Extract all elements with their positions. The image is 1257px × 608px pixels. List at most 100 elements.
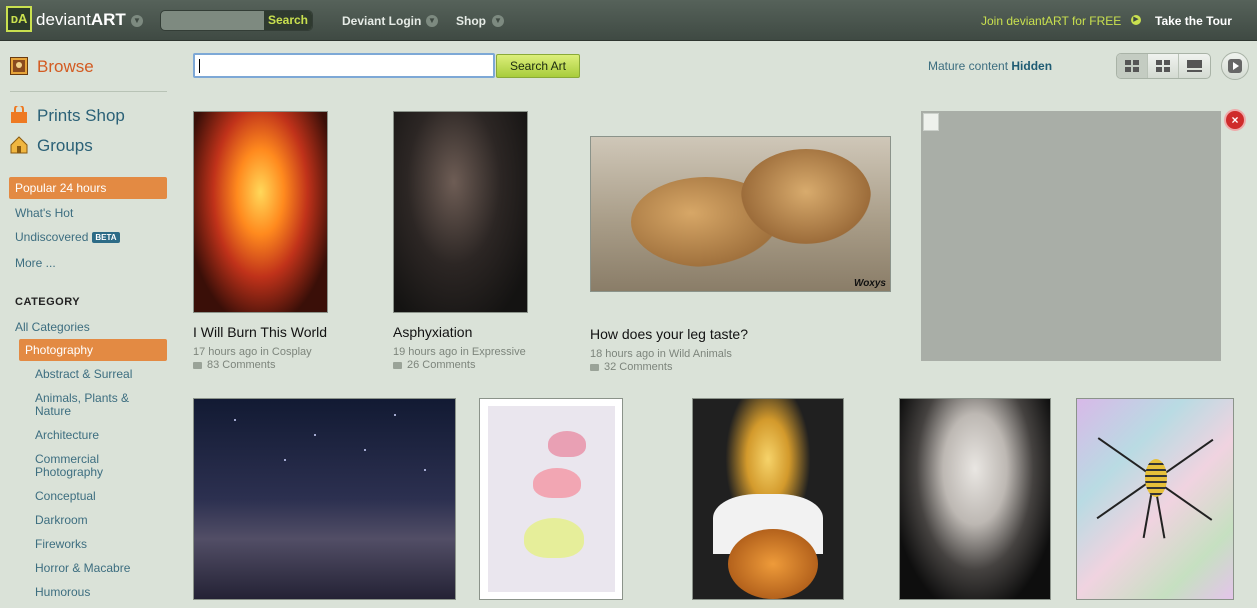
sidebar-item-whats-hot[interactable]: What's Hot — [15, 206, 73, 220]
sidebar-item-more[interactable]: More ... — [15, 256, 56, 270]
prints-shop-link[interactable]: Prints Shop — [37, 106, 125, 126]
subcategory-link[interactable]: Fireworks — [35, 538, 155, 551]
category-heading: CATEGORY — [15, 296, 81, 308]
thumbnail-detail — [524, 518, 584, 558]
chevron-down-icon[interactable]: ▼ — [426, 15, 438, 27]
thumbnail-detail — [314, 434, 316, 436]
thumbnail-detail — [394, 414, 396, 416]
thumbnail-detail — [728, 529, 818, 599]
thumbnail-detail — [284, 459, 286, 461]
deviation-title[interactable]: I Will Burn This World — [193, 324, 327, 340]
search-art-input[interactable] — [193, 53, 495, 78]
grid-view-icon — [1156, 60, 1170, 72]
text-caret — [199, 59, 200, 73]
deviation-comments[interactable]: 26 Comments — [393, 359, 475, 371]
subcategory-link[interactable]: Horror & Macabre — [35, 562, 155, 575]
view-large-button[interactable] — [1179, 54, 1210, 78]
sidebar-item-all-categories[interactable]: All Categories — [15, 320, 90, 334]
browse-link[interactable]: Browse — [37, 57, 94, 77]
chevron-down-icon[interactable]: ▼ — [131, 15, 143, 27]
comments-count: 83 Comments — [207, 359, 276, 371]
search-art-button[interactable]: Search Art — [496, 54, 580, 78]
deviation-meta: 19 hours ago in Expressive — [393, 346, 526, 358]
view-small-grid-button[interactable] — [1117, 54, 1148, 78]
comments-count: 26 Comments — [407, 359, 476, 371]
deviant-login-link[interactable]: Deviant Login — [342, 14, 421, 28]
deviation-thumbnail[interactable] — [1076, 398, 1234, 600]
large-view-icon — [1187, 60, 1202, 72]
deviation-thumbnail[interactable] — [899, 398, 1051, 600]
deviation-meta: 17 hours ago in Cosplay — [193, 346, 312, 358]
logo-text-part: deviant — [36, 10, 91, 29]
deviation-category-link[interactable]: Cosplay — [272, 346, 312, 358]
deviation-comments[interactable]: 32 Comments — [590, 361, 672, 373]
deviation-title[interactable]: How does your leg taste? — [590, 326, 748, 342]
thumbnail-detail — [741, 149, 871, 244]
chevron-down-icon[interactable]: ▼ — [492, 15, 504, 27]
deviation-meta: 18 hours ago in Wild Animals — [590, 348, 732, 360]
deviation-thumbnail[interactable]: Woxys — [590, 136, 891, 292]
browse-icon — [10, 57, 28, 75]
advertisement[interactable] — [921, 111, 1221, 361]
thumbnail-detail — [533, 468, 581, 498]
sidebar-item-label: Undiscovered — [15, 230, 89, 244]
join-link[interactable]: Join deviantART for FREE — [981, 14, 1121, 28]
take-tour-link[interactable]: Take the Tour — [1155, 14, 1232, 28]
beta-badge: BETA — [92, 232, 120, 244]
deviation-category-link[interactable]: Wild Animals — [669, 348, 732, 360]
sidebar-item-undiscovered[interactable]: Undiscovered BETA — [15, 230, 120, 244]
comments-count: 32 Comments — [604, 361, 673, 373]
deviantart-logo-icon[interactable]: ᴅA — [6, 6, 32, 32]
deviation-comments[interactable]: 83 Comments — [193, 359, 275, 371]
sidebar-divider — [10, 91, 167, 92]
subcategory-link[interactable]: Darkroom — [35, 514, 155, 527]
sidebar-item-photography[interactable]: Photography — [19, 339, 167, 361]
house-icon — [10, 136, 28, 154]
broken-image-icon — [923, 113, 939, 131]
deviation-title[interactable]: Asphyxiation — [393, 324, 472, 340]
deviation-time: 17 hours ago in — [193, 346, 269, 358]
logo-text-part: ART — [90, 10, 126, 29]
subcategory-link[interactable]: Commercial Photography — [35, 453, 155, 479]
play-icon — [1228, 59, 1242, 73]
logo-text[interactable]: deviantART — [36, 10, 126, 30]
deviation-time: 18 hours ago in — [590, 348, 666, 360]
view-medium-grid-button[interactable] — [1148, 54, 1179, 78]
deviation-category-link[interactable]: Expressive — [472, 346, 526, 358]
top-bar: ᴅA deviantART ▼ Search Deviant Login ▼ S… — [0, 0, 1257, 41]
comment-bubble-icon — [393, 361, 402, 369]
sidebar-item-popular[interactable]: Popular 24 hours — [9, 177, 167, 199]
deviation-thumbnail[interactable] — [479, 398, 623, 600]
comment-bubble-icon — [590, 363, 599, 371]
deviation-thumbnail[interactable] — [692, 398, 844, 600]
mature-content-toggle[interactable]: Mature content Hidden — [928, 59, 1052, 73]
thumbnail-detail — [364, 449, 366, 451]
subcategory-link[interactable]: Conceptual — [35, 490, 155, 503]
comment-bubble-icon — [193, 361, 202, 369]
deviation-thumbnail[interactable] — [193, 398, 456, 600]
mature-state: Hidden — [1011, 59, 1053, 73]
top-search-button[interactable]: Search — [264, 11, 312, 30]
thumbnail-detail — [1145, 459, 1167, 497]
arrow-right-icon[interactable]: ▶ — [1131, 15, 1141, 25]
thumbnail-detail — [548, 431, 586, 457]
top-search-input[interactable]: Search — [160, 10, 313, 31]
shop-link[interactable]: Shop — [456, 14, 486, 28]
close-icon[interactable]: × — [1226, 111, 1244, 129]
subcategory-link[interactable]: Humorous — [35, 586, 155, 599]
thumbnail-detail — [234, 419, 236, 421]
deviation-time: 19 hours ago in — [393, 346, 469, 358]
deviation-thumbnail[interactable] — [193, 111, 328, 313]
grid-view-icon — [1125, 60, 1139, 72]
shopping-bag-icon — [11, 106, 27, 123]
thumbnail-detail — [424, 469, 426, 471]
watermark-text: Woxys — [853, 278, 886, 289]
slideshow-button[interactable] — [1221, 52, 1249, 80]
thumbnail-detail — [488, 406, 615, 592]
groups-link[interactable]: Groups — [37, 136, 93, 156]
subcategory-link[interactable]: Abstract & Surreal — [35, 368, 155, 381]
subcategory-link[interactable]: Architecture — [35, 429, 155, 442]
view-mode-switcher — [1116, 53, 1211, 79]
subcategory-link[interactable]: Animals, Plants & Nature — [35, 392, 155, 418]
deviation-thumbnail[interactable] — [393, 111, 528, 313]
